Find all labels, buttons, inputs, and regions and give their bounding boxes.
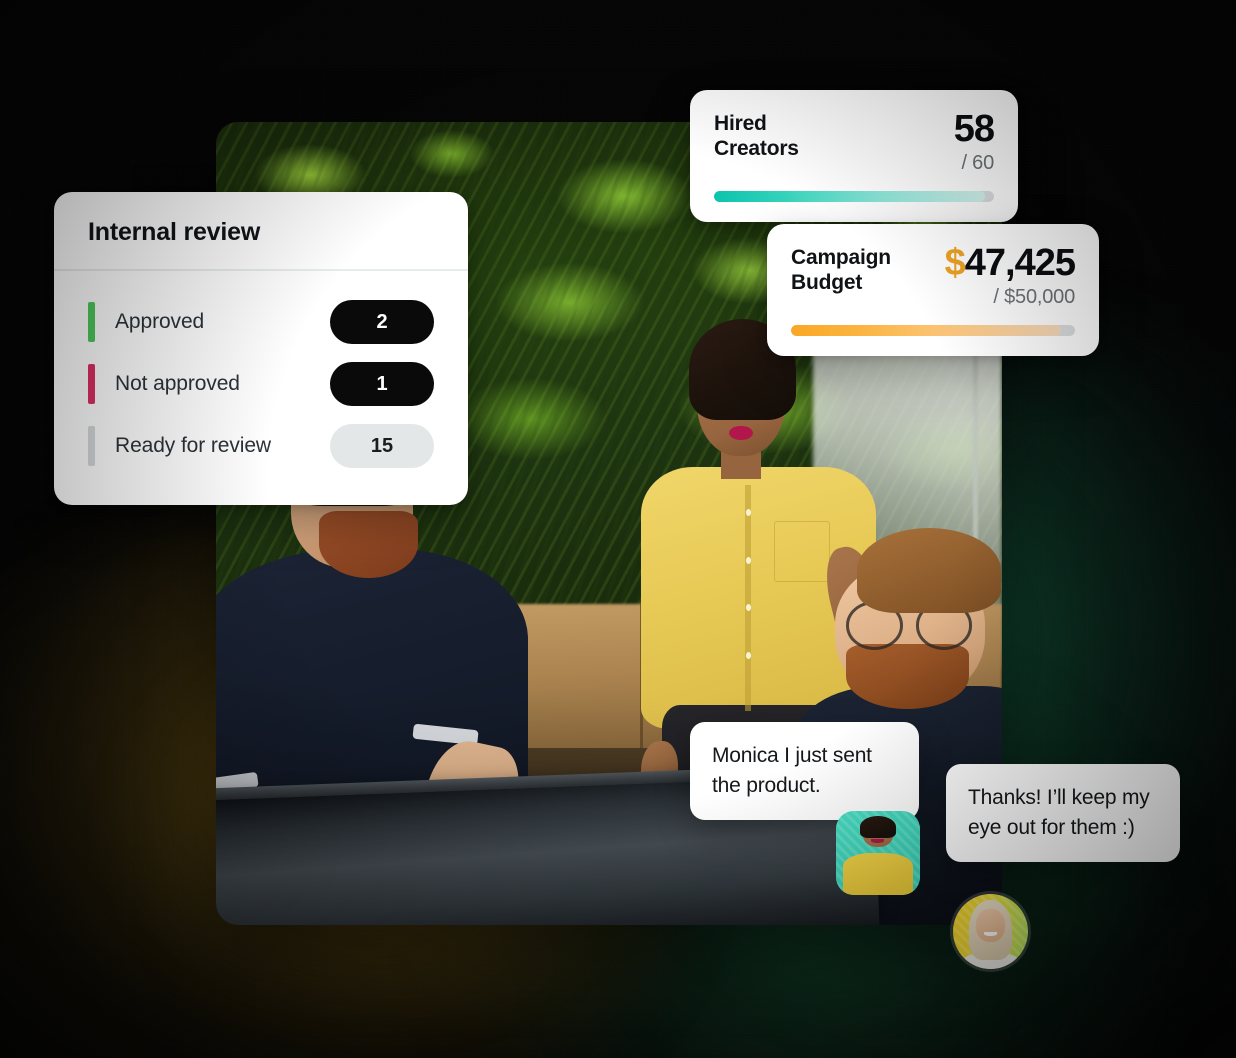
hired-creators-progress-fill (714, 191, 985, 202)
internal-review-row-count: 15 (330, 424, 434, 468)
hired-creators-card[interactable]: Hired Creators 58 / 60 (690, 90, 1018, 222)
campaign-budget-value: $47,425 (944, 242, 1076, 284)
campaign-budget-card[interactable]: Campaign Budget $47,425 / $50,000 (767, 224, 1099, 356)
campaign-budget-currency-symbol: $ (944, 242, 966, 284)
avatar-monica-shirt (842, 853, 914, 895)
status-color-bar (88, 364, 95, 404)
hired-creators-numbers: 58 / 60 (953, 108, 995, 175)
internal-review-row-list: Approved 2 Not approved 1 Ready for review 15 (54, 271, 468, 505)
hired-creators-progress-track (714, 191, 994, 202)
hero-stage: Hired Creators 58 / 60 Campaign Budget $… (0, 0, 1236, 1058)
campaign-budget-progress-fill (791, 325, 1061, 336)
avatar-replier-smile (983, 931, 998, 936)
avatar-monica-smile (871, 838, 884, 843)
status-color-bar (88, 426, 95, 466)
hired-creators-total: / 60 (961, 152, 994, 174)
internal-review-row-label: Ready for review (115, 434, 271, 457)
internal-review-row-count: 2 (330, 300, 434, 344)
internal-review-row[interactable]: Approved 2 (88, 291, 434, 353)
internal-review-header: Internal review (54, 192, 468, 271)
status-color-bar (88, 302, 95, 342)
internal-review-title: Internal review (88, 218, 261, 246)
campaign-budget-total: / $50,000 (993, 286, 1075, 308)
hired-creators-content: Hired Creators 58 / 60 (690, 90, 1018, 222)
chat-bubble-incoming[interactable]: Thanks! I’ll keep my eye out for them :) (946, 764, 1180, 862)
avatar-monica[interactable] (836, 811, 920, 895)
chat-bubble-outgoing[interactable]: Monica I just sent the product. (690, 722, 919, 820)
internal-review-row[interactable]: Not approved 1 (88, 353, 434, 415)
campaign-budget-progress-track (791, 325, 1075, 336)
avatar-replier-face (976, 909, 1005, 942)
internal-review-card[interactable]: Internal review Approved 2 Not approved 1 Re… (54, 192, 468, 505)
avatar-monica-hair (860, 816, 896, 838)
internal-review-row-label: Approved (115, 310, 205, 333)
campaign-budget-content: Campaign Budget $47,425 / $50,000 (767, 224, 1099, 356)
hired-creators-title: Hired Creators (714, 112, 799, 160)
hired-creators-value: 58 (953, 108, 995, 150)
internal-review-row[interactable]: Ready for review 15 (88, 415, 434, 477)
hired-creators-header: Hired Creators 58 / 60 (714, 108, 995, 175)
avatar-replier[interactable] (950, 891, 1031, 972)
campaign-budget-header: Campaign Budget $47,425 / $50,000 (791, 242, 1076, 309)
internal-review-row-count: 1 (330, 362, 434, 406)
internal-review-row-label: Not approved (115, 372, 240, 395)
campaign-budget-numbers: $47,425 / $50,000 (944, 242, 1076, 309)
campaign-budget-title: Campaign Budget (791, 246, 891, 294)
campaign-budget-amount: 47,425 (964, 242, 1076, 284)
